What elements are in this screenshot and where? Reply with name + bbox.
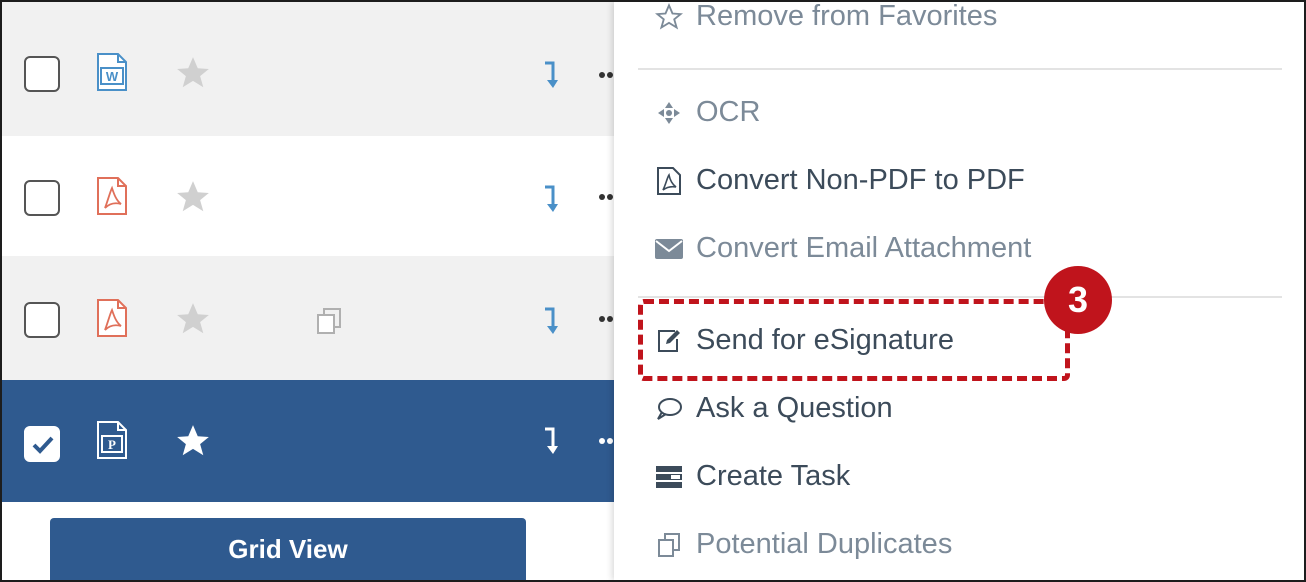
star-icon[interactable] bbox=[174, 422, 212, 460]
menu-item-label: Potential Duplicates bbox=[696, 528, 953, 560]
menu-item-create-task[interactable]: Create Task bbox=[652, 460, 850, 493]
menu-item-label: Convert Non-PDF to PDF bbox=[696, 164, 1025, 196]
pdf-file-icon bbox=[97, 299, 127, 337]
speech-bubble-icon bbox=[652, 393, 686, 425]
row-checkbox[interactable] bbox=[24, 180, 60, 216]
table-row[interactable] bbox=[2, 256, 614, 380]
table-row-selected[interactable]: P bbox=[2, 380, 614, 502]
download-arrow-icon[interactable] bbox=[542, 306, 558, 336]
menu-divider bbox=[638, 296, 1282, 298]
menu-item-potential-duplicates[interactable]: Potential Duplicates bbox=[652, 528, 952, 561]
pdf-file-icon bbox=[97, 177, 127, 215]
menu-item-convert-pdf[interactable]: Convert Non-PDF to PDF bbox=[652, 164, 1025, 197]
envelope-icon bbox=[652, 233, 686, 265]
table-row[interactable]: W bbox=[2, 12, 614, 136]
step-badge: 3 bbox=[1044, 266, 1112, 334]
star-outline-icon bbox=[652, 2, 686, 33]
task-icon bbox=[652, 461, 686, 493]
download-arrow-icon[interactable] bbox=[542, 426, 558, 456]
screenshot-frame: W P Grid View Remove from Favorites OCR … bbox=[0, 0, 1306, 582]
pdf-icon bbox=[652, 165, 686, 197]
row-checkbox-checked[interactable] bbox=[24, 426, 60, 462]
menu-item-label: Ask a Question bbox=[696, 392, 893, 424]
row-checkbox[interactable] bbox=[24, 302, 60, 338]
menu-item-ocr[interactable]: OCR bbox=[652, 96, 760, 129]
checkmark-icon bbox=[32, 436, 54, 454]
star-icon[interactable] bbox=[174, 300, 212, 338]
menu-item-remove-favorites[interactable]: Remove from Favorites bbox=[652, 0, 998, 33]
step-highlight-box bbox=[638, 299, 1070, 381]
row-checkbox[interactable] bbox=[24, 56, 60, 92]
menu-item-label: Convert Email Attachment bbox=[696, 232, 1032, 264]
svg-text:W: W bbox=[106, 69, 119, 84]
grid-view-button[interactable]: Grid View bbox=[50, 518, 526, 580]
menu-item-label: Create Task bbox=[696, 460, 851, 492]
download-arrow-icon[interactable] bbox=[542, 184, 558, 214]
star-icon[interactable] bbox=[174, 54, 212, 92]
crosshair-icon bbox=[652, 97, 686, 129]
menu-divider bbox=[638, 68, 1282, 70]
duplicate-icon[interactable] bbox=[314, 306, 344, 336]
svg-text:P: P bbox=[108, 437, 116, 452]
publisher-file-icon: P bbox=[97, 421, 127, 459]
word-file-icon: W bbox=[97, 53, 127, 91]
view-toggle-bar: Grid View bbox=[2, 502, 614, 580]
table-row[interactable] bbox=[2, 136, 614, 256]
download-arrow-icon[interactable] bbox=[542, 60, 558, 90]
table-row bbox=[2, 2, 614, 12]
document-list: W P Grid View bbox=[2, 2, 614, 580]
context-menu: Remove from Favorites OCR Convert Non-PD… bbox=[614, 2, 1304, 580]
menu-item-ask-question[interactable]: Ask a Question bbox=[652, 392, 893, 425]
menu-item-label: OCR bbox=[696, 96, 761, 128]
duplicate-icon bbox=[652, 529, 686, 561]
star-icon[interactable] bbox=[174, 178, 212, 216]
menu-item-convert-email[interactable]: Convert Email Attachment bbox=[652, 232, 1031, 265]
menu-item-label: Remove from Favorites bbox=[696, 0, 998, 32]
